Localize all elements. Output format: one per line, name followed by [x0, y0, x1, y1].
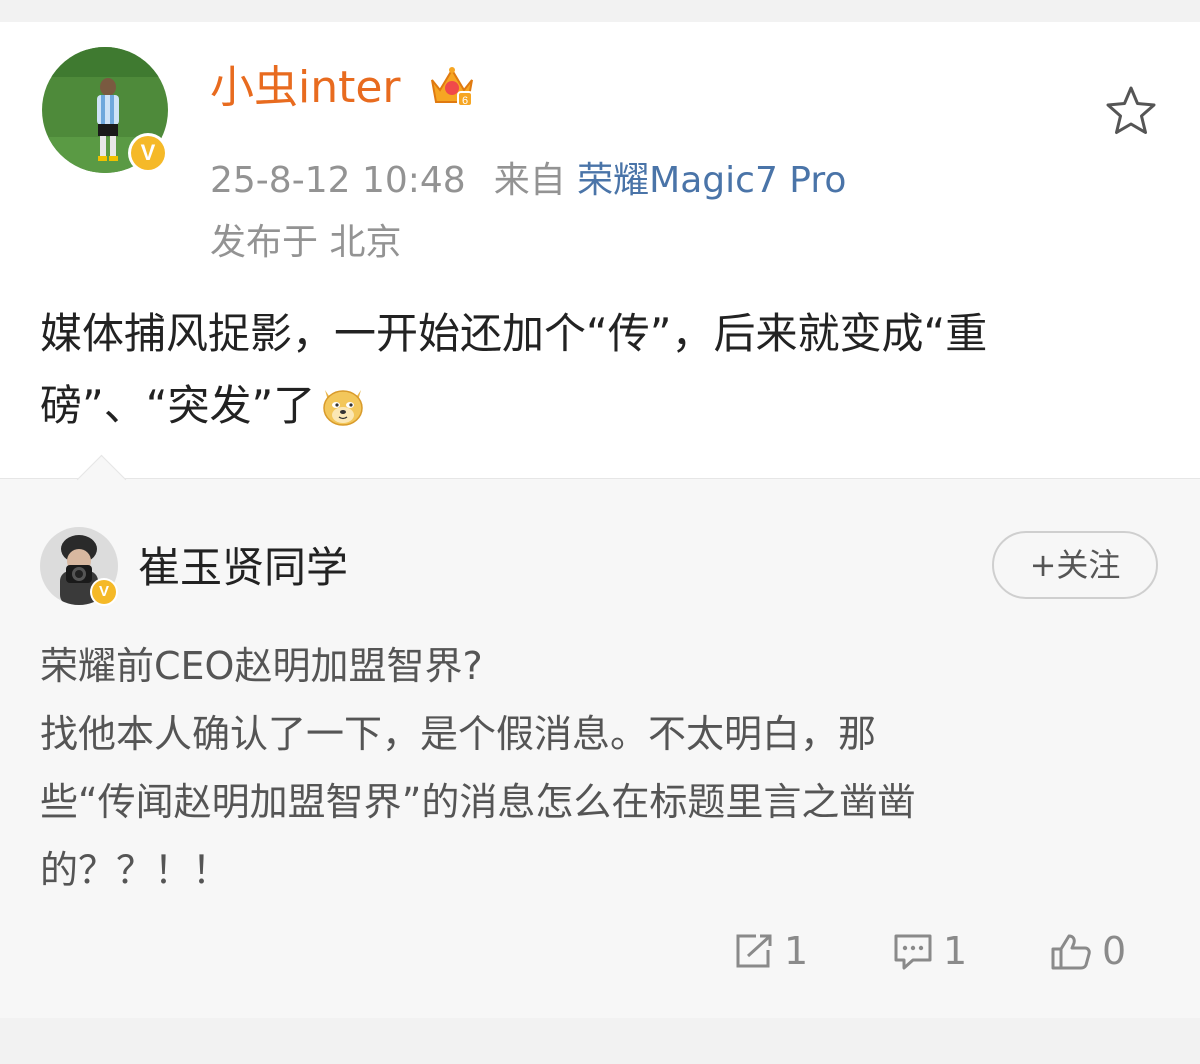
verified-v-icon: V — [131, 136, 165, 170]
repost-text-line: 找他本人确认了一下，是个假消息。不太明白，那 — [40, 712, 877, 756]
share-count: 1 — [784, 929, 809, 973]
crown-vip-icon[interactable]: 6 — [428, 64, 476, 108]
thumbs-up-icon — [1051, 934, 1091, 970]
repost-text: 荣耀前CEO赵明加盟智界? 找他本人确认了一下，是个假消息。不太明白，那 些“传… — [40, 632, 1150, 904]
action-bar: 1 1 0 — [0, 925, 1200, 977]
svg-text:6: 6 — [462, 95, 468, 107]
author-name[interactable]: 小虫inter — [210, 60, 401, 116]
repost-verified-badge: V — [90, 578, 118, 606]
top-divider — [0, 0, 1200, 22]
device-link[interactable]: 荣耀Magic7 Pro — [577, 160, 846, 201]
post-timestamp: 25-8-12 10:48 — [210, 160, 466, 201]
repost-text-line: 些“传闻赵明加盟智界”的消息怎么在标题里言之凿凿 — [40, 780, 916, 824]
like-count: 0 — [1102, 929, 1127, 973]
verified-badge: V — [128, 133, 168, 173]
bottom-divider — [0, 1018, 1200, 1064]
repost-text-line: 荣耀前CEO赵明加盟智界? — [40, 644, 483, 688]
repost-author-name[interactable]: 崔玉贤同学 — [138, 540, 348, 596]
follow-button[interactable]: +关注 — [992, 531, 1158, 599]
comment-icon — [894, 934, 932, 970]
post-text-line: 磅”、“突发”了 — [40, 381, 316, 430]
post-text: 媒体捕风捉影，一开始还加个“传”，后来就变成“重 磅”、“突发”了 — [40, 298, 1160, 442]
post-meta: 25-8-12 10:48 来自 荣耀Magic7 Pro — [210, 157, 846, 205]
share-icon — [736, 934, 772, 968]
source-label: 来自 — [493, 160, 566, 201]
comment-count: 1 — [943, 929, 968, 973]
post-location: 发布于 北京 — [210, 222, 402, 263]
doge-emoji — [323, 390, 364, 426]
verified-v-icon: V — [92, 580, 116, 604]
repost-text-line: 的？？！！ — [40, 848, 231, 892]
post-text-line: 媒体捕风捉影，一开始还加个“传”，后来就变成“重 — [40, 309, 988, 358]
star-icon[interactable] — [1104, 84, 1158, 138]
